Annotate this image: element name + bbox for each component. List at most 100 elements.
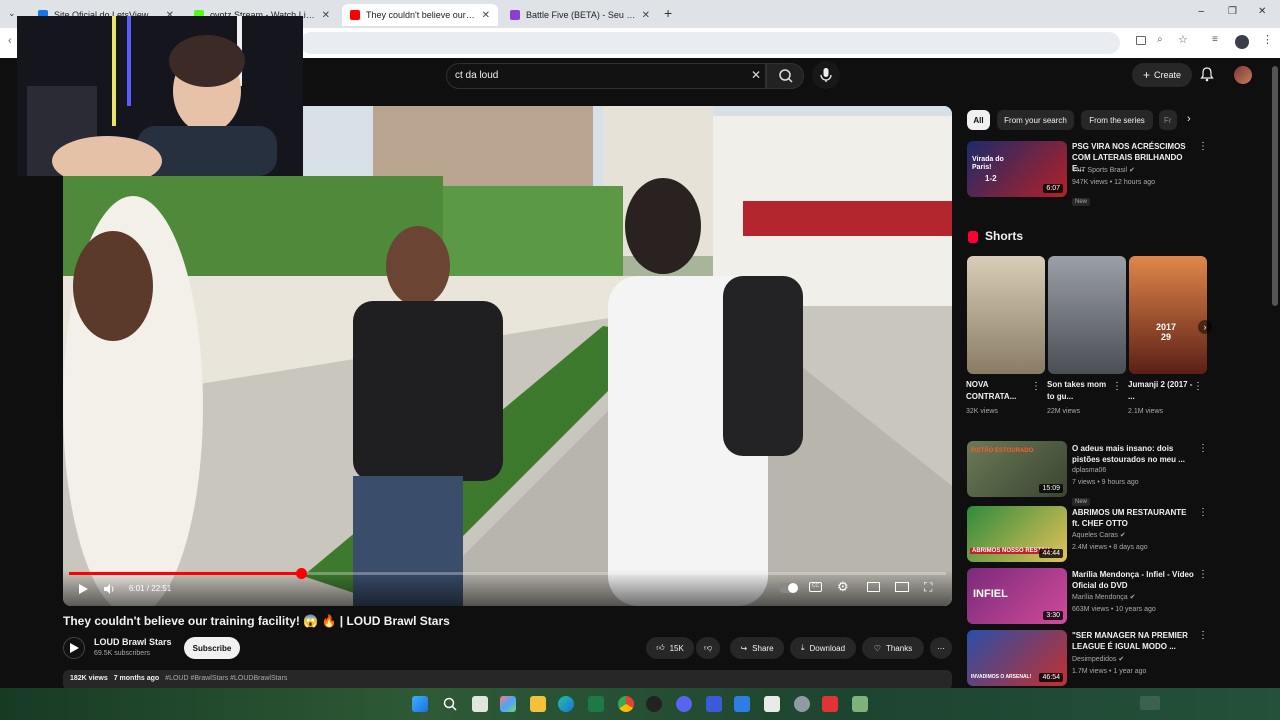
browser-tab-4[interactable]: Battle Five (BETA) - Seu Squad ✕ [502, 4, 658, 26]
chip-from-the-series[interactable]: From the series [1081, 110, 1153, 130]
video-menu-kebab-icon[interactable]: ⋮ [1198, 141, 1208, 152]
obs-icon[interactable] [646, 696, 662, 712]
voice-search-button[interactable] [812, 61, 840, 89]
super-thanks-icon: ♡ [873, 643, 881, 653]
chip-all[interactable]: All [967, 110, 990, 130]
settings-gear-icon[interactable] [794, 696, 810, 712]
app-icon[interactable] [852, 696, 868, 712]
new-tab-plus-icon[interactable]: + [664, 5, 672, 21]
download-button[interactable]: ⤓ Download [790, 637, 856, 659]
related-video-title[interactable]: ABRIMOS UM RESTAURANTE ft. CHEF OTTO [1072, 507, 1196, 529]
short-menu-kebab-icon[interactable]: ⋮ [1193, 381, 1203, 392]
edge-browser-icon[interactable] [558, 696, 574, 712]
chrome-icon[interactable] [618, 696, 634, 712]
related-video-thumbnail[interactable]: INFIEL 3:30 [967, 568, 1067, 624]
related-video-meta: 663M views • 10 years ago [1072, 606, 1156, 613]
play-icon[interactable] [77, 582, 89, 600]
channel-avatar[interactable] [63, 637, 85, 659]
system-tray[interactable] [1140, 696, 1160, 710]
related-video-title[interactable]: "SER MANAGER NA PREMIER LEAGUE É IGUAL M… [1072, 630, 1196, 652]
create-button[interactable]: + Create [1132, 63, 1192, 87]
channel-name[interactable]: LOUD Brawl Stars [94, 637, 172, 647]
related-video-title[interactable]: Marília Mendonça - Infiel - Vídeo Oficia… [1072, 569, 1196, 591]
reading-list-icon[interactable]: ≡ [1212, 34, 1218, 45]
short-title[interactable]: NOVA CONTRATA... [966, 379, 1032, 403]
video-menu-kebab-icon[interactable]: ⋮ [1198, 569, 1208, 580]
app-icon[interactable] [734, 696, 750, 712]
shorts-next-chevron-icon[interactable]: › [1198, 320, 1212, 334]
restore-window-icon[interactable]: ❐ [1228, 6, 1237, 17]
close-tab-icon[interactable]: ✕ [482, 10, 490, 21]
hashtags[interactable]: #LOUD #BrawlStars #LOUDBrawlStars [165, 675, 287, 682]
browser-tab-3-active[interactable]: They couldn't believe our traini ✕ [342, 4, 498, 26]
widgets-icon[interactable] [500, 696, 516, 712]
related-video-thumbnail[interactable]: PISTÃO ESTOURADO 15:09 [967, 441, 1067, 497]
close-tab-icon[interactable]: ✕ [322, 10, 330, 21]
search-input[interactable]: ct da loud ✕ [446, 63, 766, 89]
captions-icon[interactable]: CC [809, 582, 822, 592]
subscribe-button[interactable]: Subscribe [184, 637, 240, 659]
back-arrow-icon[interactable]: ‹ [8, 35, 12, 47]
tab-list-chevron-icon[interactable]: ⌄ [8, 8, 16, 19]
progress-bar[interactable] [69, 568, 946, 579]
more-actions-button[interactable]: ⋯ [930, 637, 952, 659]
related-video-thumbnail[interactable]: INVADIMOS O ARSENAL! 46:54 [967, 630, 1067, 686]
short-thumbnail-3[interactable]: 2017 29 [1129, 256, 1207, 374]
file-explorer-icon[interactable] [530, 696, 546, 712]
short-menu-kebab-icon[interactable]: ⋮ [1112, 381, 1122, 392]
close-tab-icon[interactable]: ✕ [642, 10, 650, 21]
chip-from-your-search[interactable]: From your search [997, 110, 1074, 130]
cast-icon[interactable] [1136, 36, 1146, 45]
miniplayer-icon[interactable] [867, 582, 880, 592]
browser-menu-icon[interactable]: ⋮ [1262, 33, 1273, 46]
fullscreen-icon[interactable]: ⛶ [924, 580, 932, 595]
chips-next-chevron-icon[interactable]: › [1187, 113, 1191, 125]
profile-avatar[interactable] [1235, 35, 1249, 49]
search-button[interactable] [766, 63, 804, 89]
notifications-bell-icon[interactable] [1200, 66, 1214, 87]
scrubber-handle[interactable] [296, 568, 308, 579]
windows-start-icon[interactable] [412, 696, 428, 712]
address-bar[interactable] [300, 32, 1120, 54]
short-thumbnail-1[interactable] [967, 256, 1045, 374]
page-scrollbar[interactable] [1272, 66, 1278, 306]
share-button[interactable]: ↪ Share [730, 637, 784, 659]
short-title[interactable]: Son takes mom to gu... [1047, 379, 1113, 403]
app-icon[interactable] [706, 696, 722, 712]
app-icon[interactable] [822, 696, 838, 712]
minimize-window-icon[interactable]: − [1198, 6, 1204, 18]
discord-icon[interactable] [676, 696, 692, 712]
related-video-channel: Desimpedidos ✔ [1072, 656, 1125, 663]
close-window-icon[interactable]: ✕ [1258, 6, 1266, 17]
video-menu-kebab-icon[interactable]: ⋮ [1198, 630, 1208, 641]
short-menu-kebab-icon[interactable]: ⋮ [1031, 381, 1041, 392]
video-menu-kebab-icon[interactable]: ⋮ [1198, 443, 1208, 454]
excel-icon[interactable] [588, 696, 604, 712]
zoom-icon[interactable]: ⌕ [1157, 34, 1163, 45]
video-frame-image [63, 106, 952, 606]
related-video-thumbnail[interactable]: ABRIMOS NOSSO RESTAU 44:44 [967, 506, 1067, 562]
related-video-meta: 1.7M views • 1 year ago [1072, 668, 1147, 675]
chip-partial[interactable]: Fr [1159, 110, 1177, 130]
bookmark-star-icon[interactable]: ☆ [1178, 33, 1188, 46]
description-box[interactable]: 182K views 7 months ago #LOUD #BrawlStar… [63, 670, 952, 690]
theater-mode-icon[interactable] [895, 582, 909, 592]
short-thumbnail-2[interactable] [1048, 256, 1126, 374]
autoplay-toggle-icon[interactable] [779, 583, 799, 593]
clear-search-icon[interactable]: ✕ [751, 68, 761, 82]
account-avatar[interactable] [1234, 66, 1252, 84]
taskbar-search-icon[interactable] [442, 696, 458, 712]
subscriber-count: 69.5K subscribers [94, 650, 151, 657]
thanks-button[interactable]: ♡ Thanks [862, 637, 924, 659]
like-button[interactable]: 👍︎ 15K [646, 637, 694, 659]
video-player[interactable]: 6:01 / 22:51 CC ⚙ ⛶ [63, 106, 952, 606]
short-title[interactable]: Jumanji 2 (2017 - ... [1128, 379, 1194, 403]
task-view-icon[interactable] [472, 696, 488, 712]
related-video-thumbnail[interactable]: Virada do Paris! 1-2 6:07 [967, 141, 1067, 197]
related-video-title[interactable]: O adeus mais insano: dois pistões estour… [1072, 443, 1196, 465]
dislike-button[interactable]: 👎︎ [696, 637, 720, 659]
video-menu-kebab-icon[interactable]: ⋮ [1198, 507, 1208, 518]
settings-gear-icon[interactable]: ⚙ [837, 579, 849, 595]
volume-icon[interactable] [103, 582, 115, 600]
app-icon[interactable] [764, 696, 780, 712]
